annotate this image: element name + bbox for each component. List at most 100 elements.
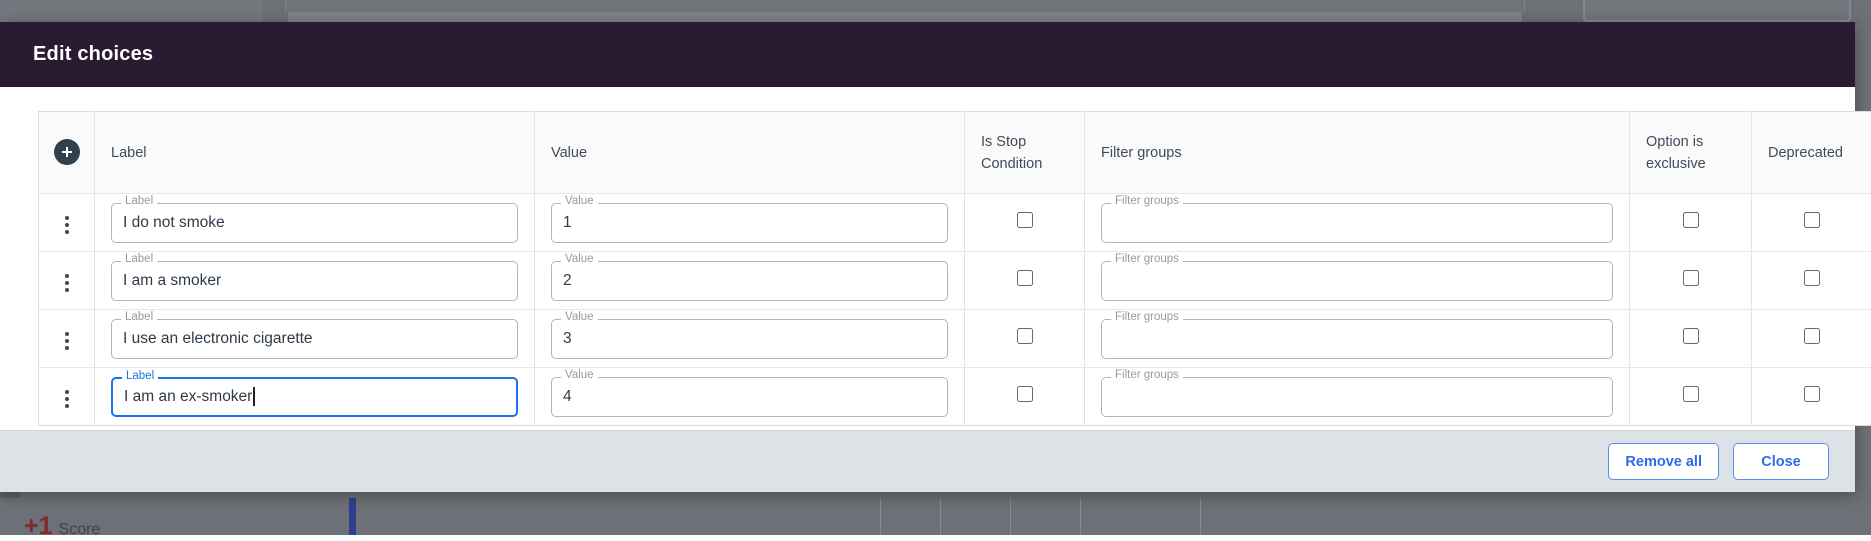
label-cell: Label I use an electronic cigarette (95, 310, 535, 368)
value-input[interactable]: Value3 (551, 319, 948, 359)
label-input[interactable]: LabelI am a smoker (111, 261, 518, 301)
label-input-legend: Label (121, 254, 157, 266)
dialog-footer: Remove all Close (0, 430, 1855, 492)
is-stop-condition-checkbox[interactable] (1017, 328, 1033, 344)
close-button[interactable]: Close (1733, 443, 1829, 480)
choices-table: Label Value Is Stop Condition Filter gro… (38, 111, 1871, 426)
is-stop-condition-cell (965, 310, 1085, 368)
score-value: +1 (24, 512, 53, 541)
deprecated-cell (1752, 310, 1871, 368)
row-menu-cell (39, 368, 95, 426)
option-is-exclusive-checkbox[interactable] (1683, 328, 1699, 344)
filter-cell: Filter groups (1085, 368, 1630, 426)
dialog-title: Edit choices (33, 43, 153, 66)
row-menu-cell (39, 194, 95, 252)
value-cell: Value 1 (535, 194, 965, 252)
background-divider-3 (1010, 498, 1011, 535)
label-input-value: I am a smoker (123, 272, 221, 290)
background-left-panel (0, 0, 262, 22)
background-divider-1 (880, 498, 881, 535)
more-vertical-icon[interactable] (61, 386, 73, 412)
label-input-legend: Label (121, 312, 157, 324)
label-cell: LabelI do not smoke (95, 194, 535, 252)
table-row: LabelI do not smoke Value 1 Filter groups (39, 194, 1871, 252)
option-is-exclusive-checkbox[interactable] (1683, 212, 1699, 228)
label-cell: Label I am a smoker (95, 252, 535, 310)
table-row: Label I use an electronic cigarette Value3… (39, 310, 1871, 368)
deprecated-checkbox[interactable] (1804, 386, 1820, 402)
filter-input[interactable]: Filter groups (1101, 319, 1613, 359)
is-stop-condition-cell (965, 252, 1085, 310)
column-header-value: Value (535, 112, 965, 194)
plus-circle-icon[interactable] (54, 139, 80, 165)
label-input[interactable]: LabelI am an ex-smoker (111, 377, 518, 417)
value-input[interactable]: Value1 (551, 203, 948, 243)
label-input-legend: Label (122, 371, 158, 383)
filter-input[interactable]: Filter groups (1101, 261, 1613, 301)
table-row: Label I am an ex-smoker Value4 Filter group… (39, 368, 1871, 426)
deprecated-cell (1752, 252, 1871, 310)
is-stop-condition-checkbox[interactable] (1017, 270, 1033, 286)
score-label: Score (59, 521, 101, 539)
more-vertical-icon[interactable] (61, 328, 73, 354)
label-input[interactable]: LabelI use an electronic cigarette (111, 319, 518, 359)
is-stop-condition-checkbox[interactable] (1017, 212, 1033, 228)
filter-input[interactable]: Filter groups (1101, 203, 1613, 243)
value-cell: Value2 (535, 252, 965, 310)
filter-input[interactable]: Filter groups (1101, 377, 1613, 417)
background-divider-2 (940, 498, 941, 535)
more-vertical-icon[interactable] (61, 270, 73, 296)
value-input-legend: Value (561, 196, 598, 208)
table-header-row: Label Value Is Stop Condition Filter gro… (39, 112, 1871, 194)
background-top-strip (285, 0, 1525, 12)
label-cell: Label I am an ex-smoker (95, 368, 535, 426)
label-input-value: I am an ex-smoker (124, 388, 252, 406)
background-blue-marker (349, 498, 356, 535)
dialog-body: Label Value Is Stop Condition Filter gro… (0, 87, 1855, 430)
option-is-exclusive-cell (1630, 310, 1752, 368)
option-is-exclusive-cell (1630, 252, 1752, 310)
column-header-deprecated: Deprecated (1752, 112, 1871, 194)
value-input-value: 1 (563, 214, 572, 232)
deprecated-cell (1752, 194, 1871, 252)
is-stop-condition-cell (965, 194, 1085, 252)
option-is-exclusive-cell (1630, 368, 1752, 426)
column-header-option-exclusive: Option is exclusive (1630, 112, 1752, 194)
text-cursor (253, 387, 255, 406)
column-header-stop-condition: Is Stop Condition (965, 112, 1085, 194)
score-indicator: +1 Score (24, 512, 100, 541)
value-input-legend: Value (561, 254, 598, 266)
value-input-value: 4 (563, 388, 572, 406)
choices-table-body: LabelI do not smokeValue1Filter groupsLa… (39, 194, 1871, 426)
row-menu-cell (39, 252, 95, 310)
filter-input-legend: Filter groups (1111, 370, 1183, 382)
value-cell: Value4 (535, 368, 965, 426)
column-header-label: Label (95, 112, 535, 194)
filter-input-legend: Filter groups (1111, 312, 1183, 324)
option-is-exclusive-checkbox[interactable] (1683, 386, 1699, 402)
value-input-legend: Value (561, 312, 598, 324)
dialog-header: Edit choices (0, 22, 1855, 87)
label-input-value: I use an electronic cigarette (123, 330, 313, 348)
deprecated-cell (1752, 368, 1871, 426)
filter-cell: Filter groups (1085, 310, 1630, 368)
option-is-exclusive-cell (1630, 194, 1752, 252)
background-divider-4 (1080, 498, 1081, 535)
option-is-exclusive-checkbox[interactable] (1683, 270, 1699, 286)
filter-input-legend: Filter groups (1111, 254, 1183, 266)
edit-choices-dialog: Edit choices Label Value Is St (0, 22, 1855, 492)
is-stop-condition-cell (965, 368, 1085, 426)
more-vertical-icon[interactable] (61, 212, 73, 238)
table-row: Label I am a smoker Value2 Filter groups (39, 252, 1871, 310)
filter-input-legend: Filter groups (1111, 196, 1183, 208)
filter-cell: Filter groups (1085, 194, 1630, 252)
deprecated-checkbox[interactable] (1804, 328, 1820, 344)
label-input[interactable]: LabelI do not smoke (111, 203, 518, 243)
is-stop-condition-checkbox[interactable] (1017, 386, 1033, 402)
label-input-value: I do not smoke (123, 214, 225, 232)
value-input[interactable]: Value4 (551, 377, 948, 417)
value-input[interactable]: Value2 (551, 261, 948, 301)
remove-all-button[interactable]: Remove all (1608, 443, 1719, 480)
deprecated-checkbox[interactable] (1804, 212, 1820, 228)
deprecated-checkbox[interactable] (1804, 270, 1820, 286)
